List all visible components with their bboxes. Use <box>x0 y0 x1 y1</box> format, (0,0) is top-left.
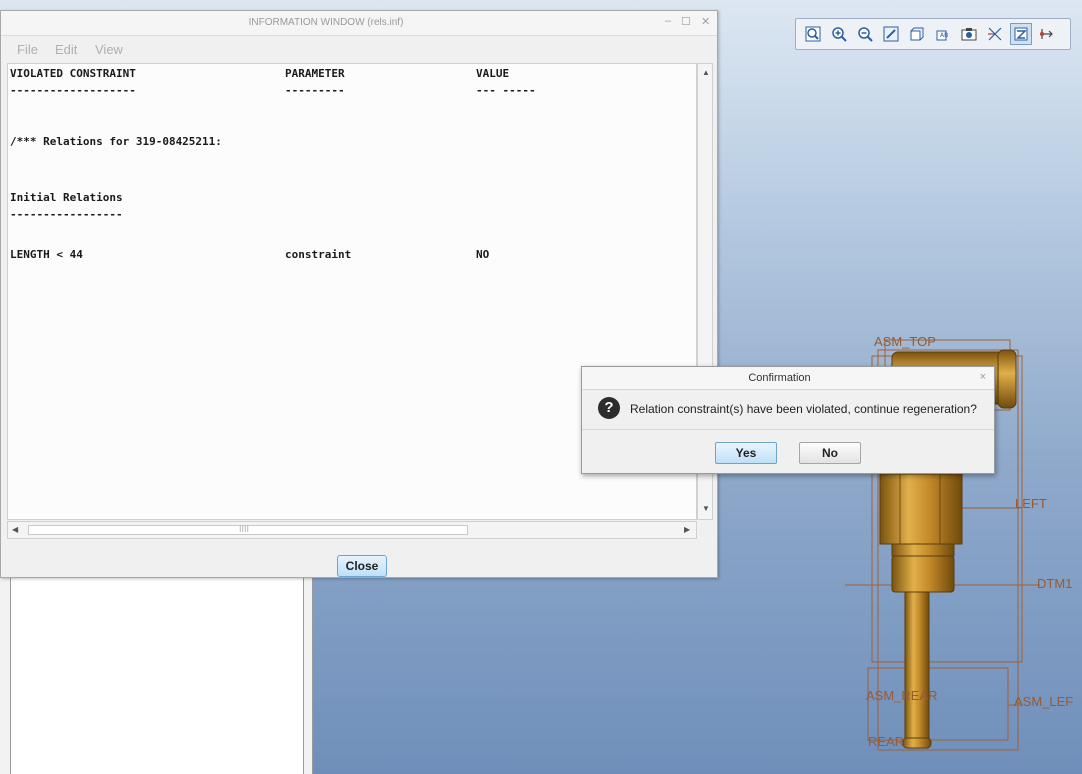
zoom-in-icon[interactable] <box>828 23 850 45</box>
scroll-grip: IIII <box>239 524 250 534</box>
confirmation-message: Relation constraint(s) have been violate… <box>630 402 977 416</box>
model-hex-nut <box>879 473 963 545</box>
datum-label-asm-top: ASM_TOP <box>874 334 936 349</box>
separator-line: --------- <box>285 84 345 97</box>
scroll-left-icon[interactable]: ◀ <box>12 525 18 534</box>
info-window-menubar: File Edit View <box>1 36 717 62</box>
spin-center-icon[interactable] <box>1010 23 1032 45</box>
horizontal-scroll-thumb[interactable]: IIII <box>28 524 468 535</box>
header-violated-constraint: VIOLATED CONSTRAINT <box>10 67 136 80</box>
separator-line: --- ----- <box>476 84 536 97</box>
menu-edit[interactable]: Edit <box>55 42 77 57</box>
question-icon: ? <box>598 397 620 419</box>
menu-file[interactable]: File <box>17 42 38 57</box>
refit-icon[interactable] <box>802 23 824 45</box>
relation-value: NO <box>476 248 490 261</box>
confirmation-title: Confirmation <box>748 372 811 384</box>
model-tree-pane <box>0 578 313 774</box>
datum-label-dtm: DTM1 <box>1037 576 1073 591</box>
close-button[interactable]: Close <box>337 555 387 577</box>
display-style-icon[interactable] <box>958 23 980 45</box>
horizontal-scrollbar[interactable]: ◀ IIII ▶ <box>7 521 697 539</box>
confirmation-dialog: Confirmation × ? Relation constraint(s) … <box>581 366 995 474</box>
repaint-icon[interactable] <box>880 23 902 45</box>
datum-label-left: LEFT <box>1015 496 1047 511</box>
svg-text:AB: AB <box>940 32 948 39</box>
info-window-titlebar[interactable]: INFORMATION WINDOW (rels.inf) – ☐ ✕ <box>1 11 717 36</box>
dialog-divider <box>582 429 994 430</box>
separator-line: ----------------- <box>10 208 123 221</box>
model-collar <box>891 555 955 593</box>
header-value: VALUE <box>476 67 510 80</box>
zoom-out-icon[interactable] <box>854 23 876 45</box>
information-window: INFORMATION WINDOW (rels.inf) – ☐ ✕ File… <box>0 10 718 578</box>
scroll-up-icon[interactable]: ▲ <box>702 68 710 77</box>
model-stem <box>904 591 930 743</box>
dialog-close-icon[interactable]: × <box>980 371 986 383</box>
confirmation-titlebar[interactable]: Confirmation × <box>582 367 994 390</box>
minimize-icon[interactable]: – <box>665 15 671 27</box>
datum-label-rear: REAR <box>868 734 905 749</box>
model-tree-area[interactable] <box>10 578 304 774</box>
saved-orientations-icon[interactable] <box>906 23 928 45</box>
info-window-title: INFORMATION WINDOW (rels.inf) <box>248 17 404 28</box>
relation-expression: LENGTH < 44 <box>10 248 83 261</box>
scroll-down-icon[interactable]: ▼ <box>702 504 710 513</box>
view-manager-icon[interactable]: AB <box>932 23 954 45</box>
datum-display-icon[interactable] <box>984 23 1006 45</box>
datum-label-asm-left: ASM_LEF <box>1014 694 1074 709</box>
view-toolbar: AB <box>795 18 1071 50</box>
close-icon[interactable]: ✕ <box>701 15 710 28</box>
maximize-icon[interactable]: ☐ <box>681 15 691 28</box>
relations-comment: /*** Relations for 319-08425211: <box>10 135 222 148</box>
header-parameter: PARAMETER <box>285 67 345 80</box>
relation-parameter: constraint <box>285 248 352 261</box>
separator-line: ------------------- <box>10 84 136 97</box>
menu-view[interactable]: View <box>95 42 123 57</box>
annotation-display-icon[interactable] <box>1036 23 1058 45</box>
scroll-right-icon[interactable]: ▶ <box>684 525 690 534</box>
no-button[interactable]: No <box>799 442 861 464</box>
initial-relations-heading: Initial Relations <box>10 191 123 204</box>
datum-label-asm-rear: ASM_REAR <box>866 688 938 703</box>
yes-button[interactable]: Yes <box>715 442 777 464</box>
